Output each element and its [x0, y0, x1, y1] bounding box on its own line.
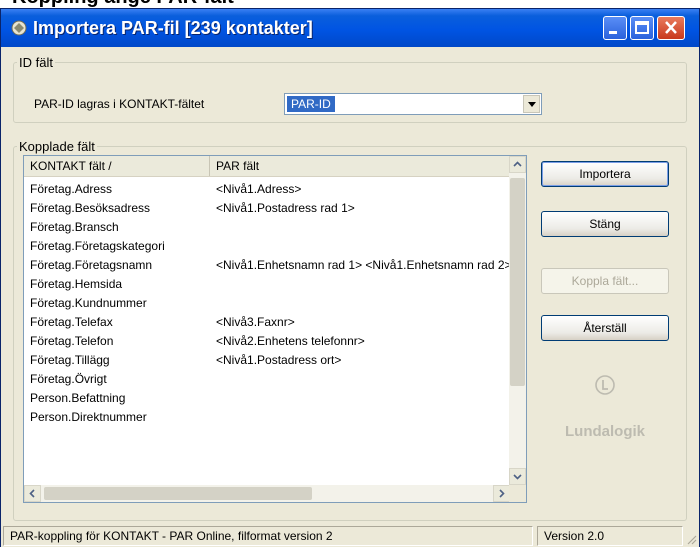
column-header-kontakt[interactable]: KONTAKT fält / — [24, 156, 210, 176]
chevron-up-icon — [513, 161, 522, 167]
window-title: Importera PAR-fil [239 kontakter] — [33, 18, 313, 38]
status-message: PAR-koppling för KONTAKT - PAR Online, f… — [3, 526, 533, 546]
kontakt-field-cell: Företag.Telefax — [30, 315, 113, 329]
kontakt-field-cell: Företag.Tillägg — [30, 353, 110, 367]
scroll-right-button[interactable] — [493, 485, 510, 502]
chevron-right-icon — [499, 489, 505, 498]
list-header: KONTAKT fält / PAR fält — [24, 156, 510, 177]
kontakt-field-cell: Företag.Telefon — [30, 334, 114, 348]
linked-group-legend: Kopplade fält — [19, 139, 95, 154]
table-row[interactable]: Företag.Tillägg <Nivå1.Postadress ort> — [24, 351, 510, 369]
id-field-group: ID fält PAR-ID lagras i KONTAKT-fältet P… — [13, 55, 687, 123]
kontakt-field-cell: Företag.Bransch — [30, 220, 119, 234]
scroll-left-button[interactable] — [24, 485, 41, 502]
resize-grip-icon[interactable] — [685, 533, 697, 545]
page-heading-text: Koppling ange PAR-fält — [12, 0, 234, 8]
par-field-cell: <Nivå1.Postadress rad 1> — [216, 201, 355, 215]
title-bar[interactable]: Importera PAR-fil [239 kontakter] — [1, 9, 699, 47]
maximize-icon — [635, 21, 649, 34]
chevron-left-icon — [29, 489, 35, 498]
table-row[interactable]: Företag.Besöksadress <Nivå1.Postadress ra… — [24, 199, 510, 217]
par-id-dropdown-button[interactable] — [523, 95, 540, 113]
maximize-button[interactable] — [630, 16, 654, 40]
table-row[interactable]: Person.Befattning — [24, 389, 510, 407]
app-icon — [11, 20, 27, 36]
scroll-up-button[interactable] — [509, 156, 526, 173]
kontakt-field-cell: Företag.Företagskategori — [30, 239, 165, 253]
version-label: Version 2.0 — [537, 526, 683, 546]
reset-button[interactable]: Återställ — [541, 315, 669, 341]
kontakt-field-cell: Företag.Övrigt — [30, 372, 107, 386]
horizontal-scroll-thumb[interactable] — [44, 487, 312, 500]
scrollbar-corner — [509, 485, 526, 502]
kontakt-field-cell: Person.Befattning — [30, 391, 126, 405]
kontakt-field-cell: Företag.Kundnummer — [30, 296, 147, 310]
page-heading: Koppling ange PAR-fält — [0, 0, 700, 8]
par-field-cell: <Nivå1.Postadress ort> — [216, 353, 342, 367]
status-bar: PAR-koppling för KONTAKT - PAR Online, f… — [1, 523, 699, 547]
chevron-down-icon — [528, 102, 536, 107]
scroll-down-button[interactable] — [509, 468, 526, 485]
par-id-selected-value: PAR-ID — [287, 96, 335, 112]
par-field-cell: <Nivå2.Enhetens telefonnr> — [216, 334, 365, 348]
table-row[interactable]: Person.Direktnummer — [24, 408, 510, 426]
par-field-cell: <Nivå3.Faxnr> — [216, 315, 295, 329]
kontakt-field-cell: Företag.Hemsida — [30, 277, 123, 291]
chevron-down-icon — [513, 474, 522, 480]
par-field-cell: <Nivå1.Enhetsnamn rad 1> <Nivå1.Enhetsna… — [216, 258, 510, 272]
vertical-scrollbar[interactable] — [509, 156, 526, 485]
table-row[interactable]: Företag.Företagsnamn <Nivå1.Enhetsnamn ra… — [24, 256, 510, 274]
table-row[interactable]: Företag.Telefax <Nivå3.Faxnr> — [24, 313, 510, 331]
table-row[interactable]: Företag.Kundnummer — [24, 294, 510, 312]
par-field-cell: <Nivå1.Adress> — [216, 182, 302, 196]
kontakt-field-cell: Person.Direktnummer — [30, 410, 147, 424]
horizontal-scrollbar[interactable] — [24, 485, 510, 502]
vertical-scroll-thumb[interactable] — [510, 178, 525, 386]
close-icon — [665, 21, 677, 34]
table-row[interactable]: Företag.Hemsida — [24, 275, 510, 293]
par-id-label: PAR-ID lagras i KONTAKT-fältet — [34, 97, 205, 111]
link-field-button[interactable]: Koppla fält... — [541, 268, 669, 294]
minimize-icon — [609, 31, 617, 34]
kontakt-field-cell: Företag.Besöksadress — [30, 201, 151, 215]
table-row[interactable]: Företag.Bransch — [24, 218, 510, 236]
kontakt-field-cell: Företag.Företagsnamn — [30, 258, 153, 272]
par-id-select[interactable]: PAR-ID — [284, 93, 542, 115]
id-group-legend: ID fält — [19, 55, 53, 70]
minimize-button[interactable] — [603, 16, 627, 40]
close-button[interactable]: Stäng — [541, 211, 669, 237]
lundalogik-logo: Lundalogik — [565, 423, 645, 440]
import-dialog: Importera PAR-fil [239 kontakter] ID fäl… — [0, 8, 700, 547]
table-row[interactable]: Företag.Adress <Nivå1.Adress> — [24, 180, 510, 198]
column-header-par[interactable]: PAR fält — [210, 156, 510, 176]
import-button[interactable]: Importera — [541, 161, 669, 187]
table-row[interactable]: Företag.Telefon <Nivå2.Enhetens telefonnr… — [24, 332, 510, 350]
close-window-button[interactable] — [657, 16, 685, 40]
table-row[interactable]: Företag.Företagskategori — [24, 237, 510, 255]
linked-fields-list[interactable]: KONTAKT fält / PAR fält Företag.Adress <N… — [23, 155, 527, 503]
kontakt-field-cell: Företag.Adress — [30, 182, 113, 196]
lundalogik-logo-icon — [595, 375, 615, 395]
table-row[interactable]: Företag.Övrigt — [24, 370, 510, 388]
